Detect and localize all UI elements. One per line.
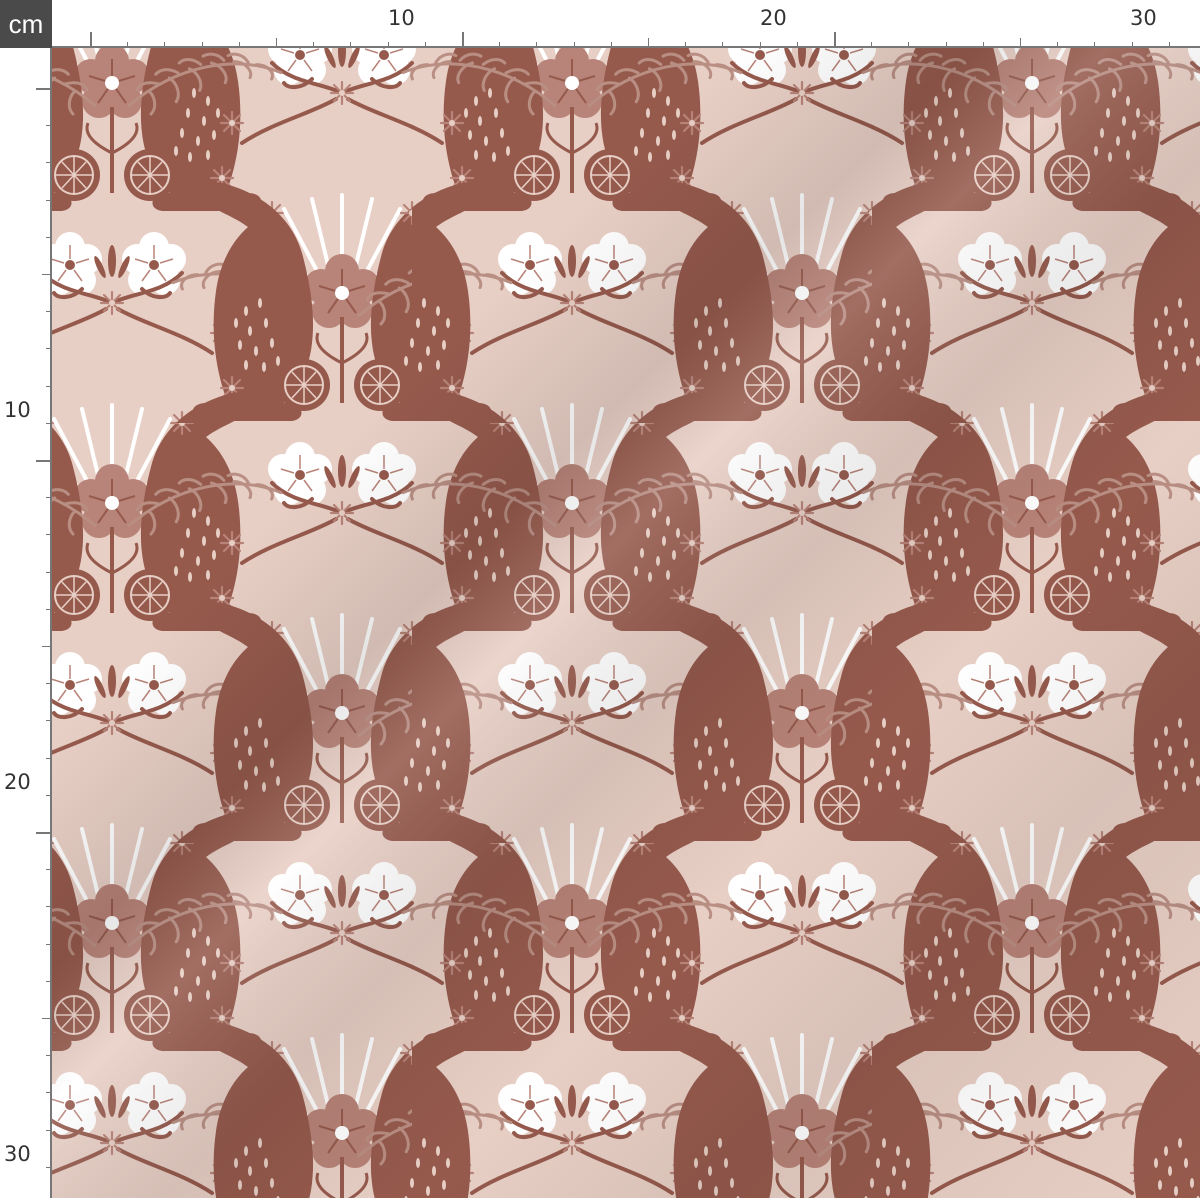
top-ruler-label-30: 30 xyxy=(1130,6,1157,30)
unit-label: cm xyxy=(8,8,44,39)
unit-badge: cm xyxy=(0,0,52,48)
fabric-swatch xyxy=(52,48,1200,1198)
top-ruler: 10 20 30 xyxy=(52,0,1200,48)
fabric-preview: cm 10 20 30 10 20 30 xyxy=(0,0,1200,1198)
fabric-folds-shading xyxy=(52,48,1200,1198)
left-ruler-label-10: 10 xyxy=(4,398,31,422)
left-ruler: 10 20 30 xyxy=(0,48,52,1198)
top-ruler-label-10: 10 xyxy=(388,6,415,30)
left-ruler-label-30: 30 xyxy=(4,1142,31,1166)
left-ruler-label-20: 20 xyxy=(4,770,31,794)
fabric-pattern xyxy=(52,48,1200,1198)
top-ruler-label-20: 20 xyxy=(760,6,787,30)
